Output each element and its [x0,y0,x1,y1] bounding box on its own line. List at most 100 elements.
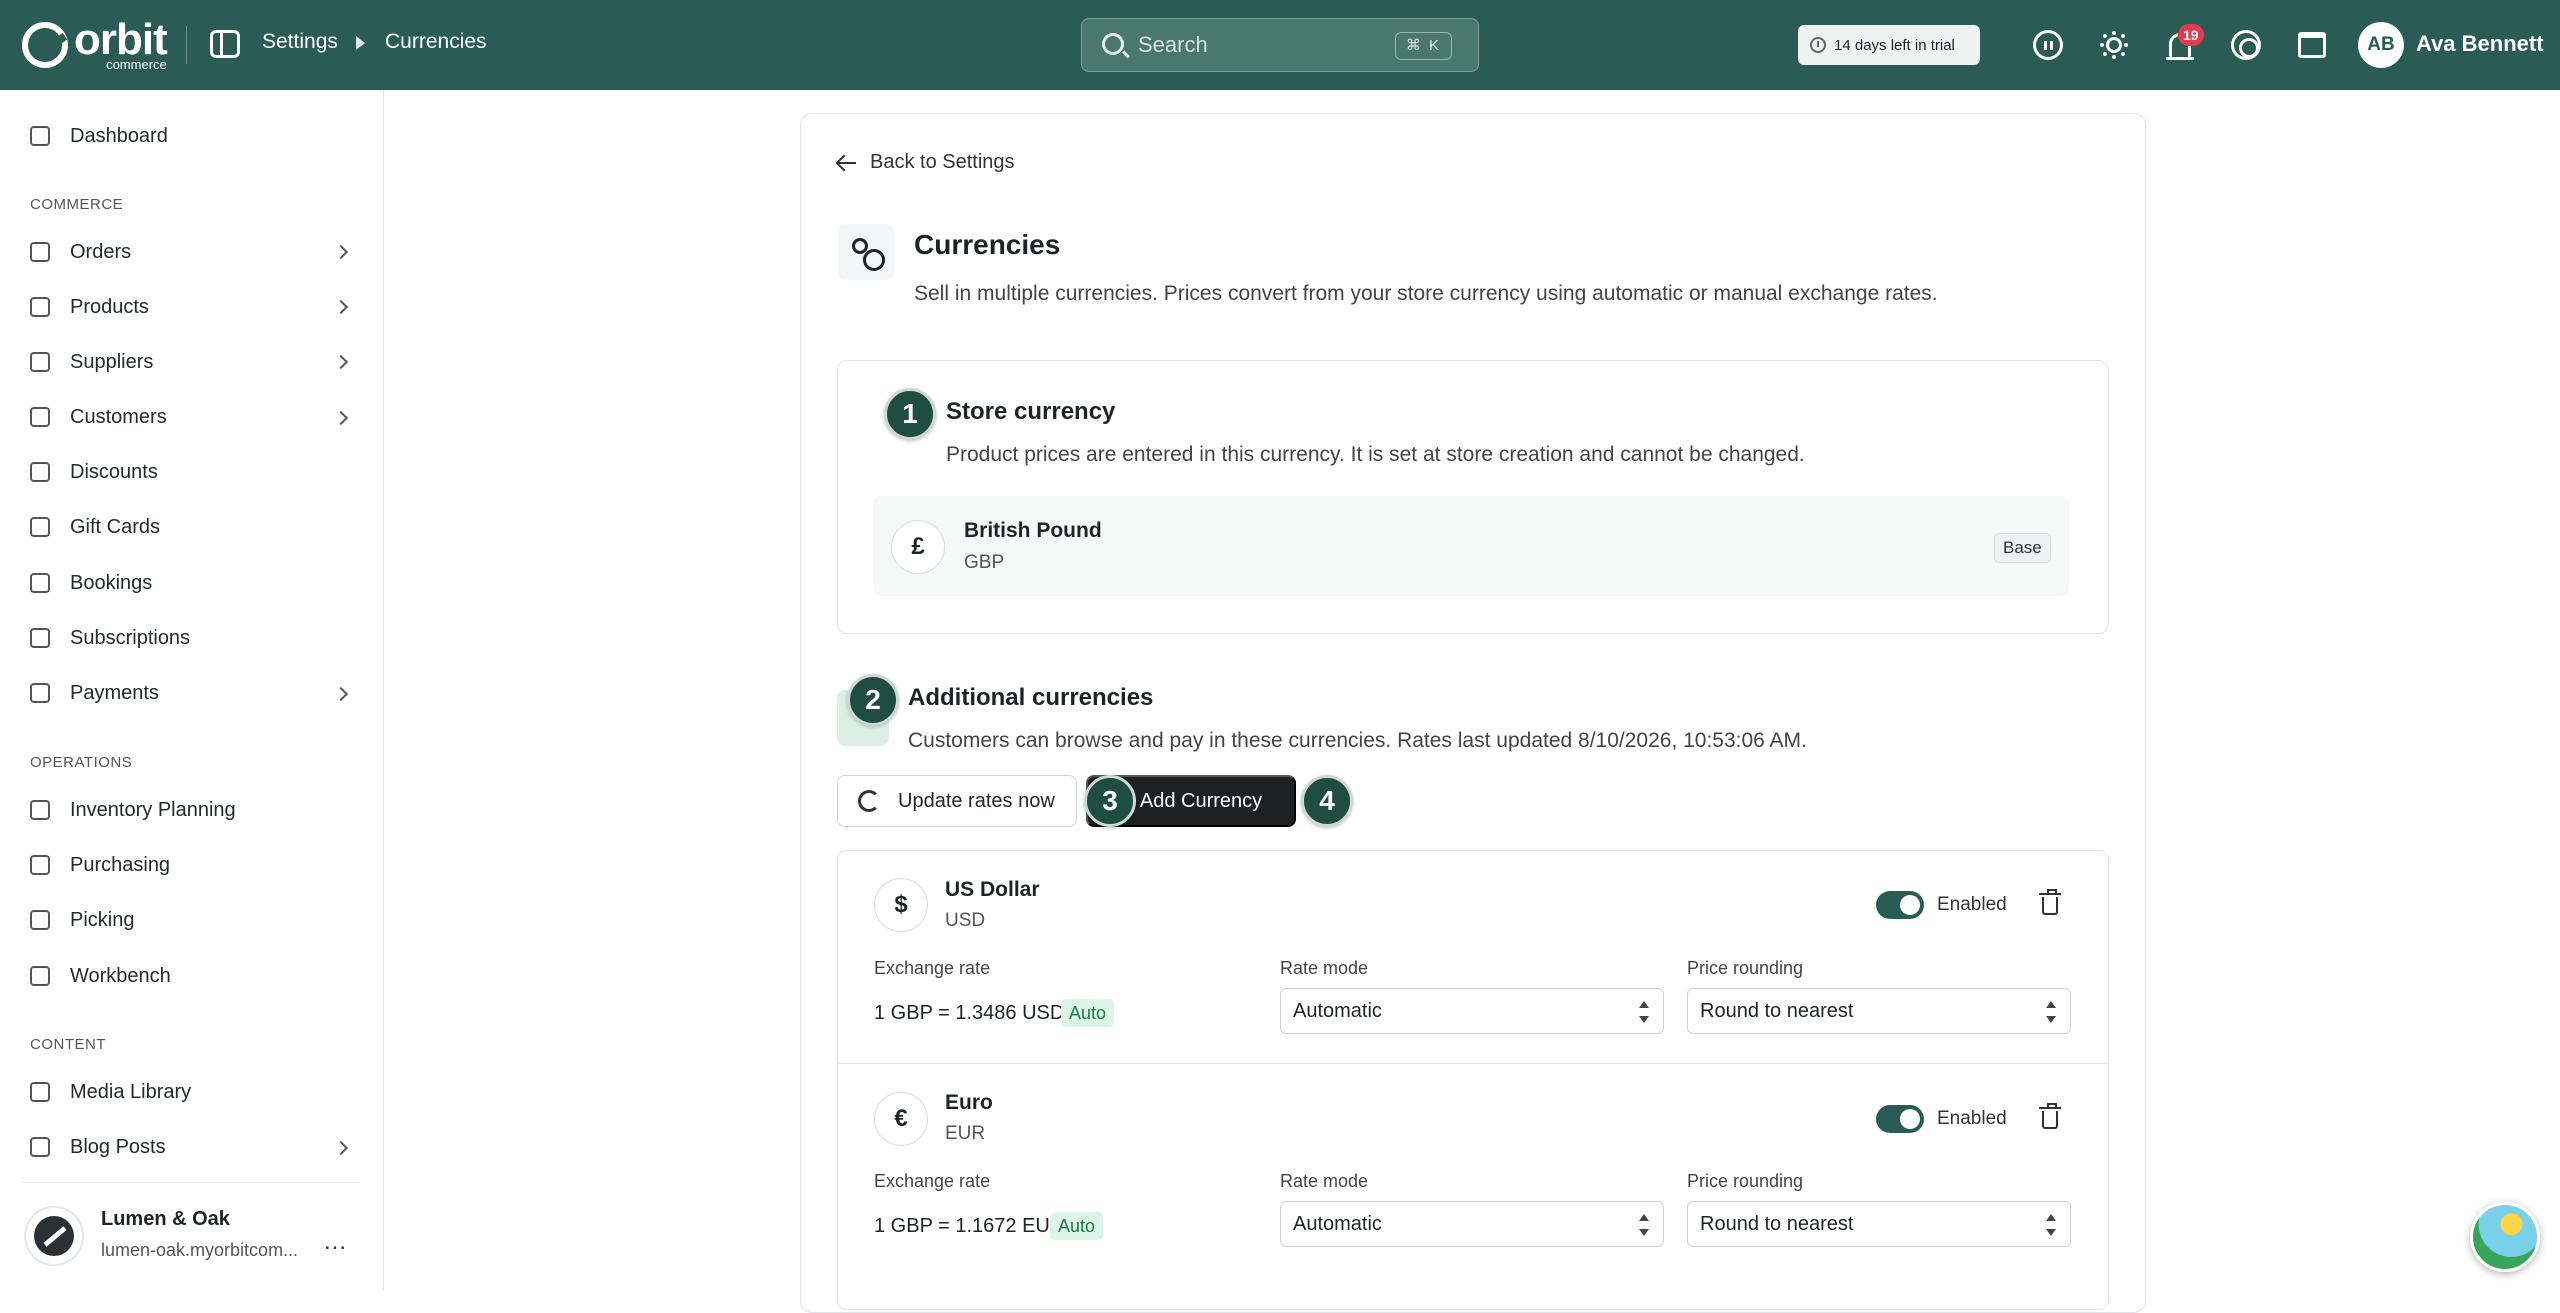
building-icon [30,352,50,372]
theme-toggle-button[interactable] [2097,28,2131,62]
sidebar-item-inventory-planning[interactable]: Inventory Planning [30,790,236,830]
breadcrumb-settings[interactable]: Settings [262,30,338,54]
search-shortcut: ⌘ K [1394,32,1452,60]
sidebar-toggle-icon[interactable] [210,30,240,58]
storefront-icon [2298,32,2326,58]
search-bar[interactable]: ⌘ K [1081,18,1479,72]
pause-button[interactable] [2031,28,2065,62]
update-rates-label: Update rates now [898,789,1055,812]
sidebar-item-customers[interactable]: Customers [30,397,167,437]
sidebar-divider [22,1182,360,1183]
enabled-toggle[interactable] [1876,1105,1924,1133]
sidebar-item-products[interactable]: Products [30,287,149,327]
base-tag: Base [1994,533,2051,563]
calendar-icon [30,573,50,593]
chevron-right-icon[interactable] [333,299,349,315]
store-avatar[interactable] [24,1206,84,1266]
sidebar-item-label: Purchasing [70,853,171,876]
help-button[interactable] [2229,28,2263,62]
search-icon [1102,33,1124,55]
gift-icon [30,517,50,537]
sidebar-section-commerce: COMMERCE [30,196,124,213]
dashboard-icon [30,126,50,146]
sidebar-item-label: Payments [70,681,159,704]
step-marker-3: 3 [1084,775,1136,827]
enabled-label: Enabled [1937,1108,2007,1129]
sidebar-item-label: Bookings [70,571,153,594]
sidebar-item-dashboard[interactable]: Dashboard [30,116,168,156]
sidebar-item-label: Discounts [70,460,158,483]
more-options-icon[interactable]: ... [324,1228,347,1256]
currency-list-divider [837,1063,2109,1064]
page-subtitle: Sell in multiple currencies. Prices conv… [914,282,1938,305]
chevron-right-icon[interactable] [333,1140,349,1156]
search-input[interactable] [1138,29,1398,61]
user-avatar[interactable]: AB [2358,22,2404,68]
sidebar-item-discounts[interactable]: Discounts [30,452,158,492]
exchange-rate-label: Exchange rate [874,1171,991,1191]
sidebar-item-blog-posts[interactable]: Blog Posts [30,1127,166,1167]
enabled-label: Enabled [1937,894,2007,915]
sidebar-item-subscriptions[interactable]: Subscriptions [30,618,190,658]
page-title: Currencies [914,229,1061,260]
store-logo-icon [34,1216,74,1256]
box-icon [30,297,50,317]
users-icon [30,407,50,427]
select-arrows-icon [1639,1214,1649,1236]
rate-mode-select[interactable]: Automatic [1280,988,1664,1034]
sidebar-item-orders[interactable]: Orders [30,232,131,272]
sidebar-item-label: Media Library [70,1080,192,1103]
step-marker-2: 2 [847,674,899,726]
auto-tag: Auto [1061,999,1115,1027]
sun-icon [2106,37,2122,53]
trash-icon[interactable] [2039,1103,2061,1129]
page-icon [838,224,894,280]
rate-mode-value: Automatic [1293,1000,1382,1022]
sidebar-item-purchasing[interactable]: Purchasing [30,845,170,885]
sidebar-item-label: Picking [70,908,135,931]
sidebar-item-suppliers[interactable]: Suppliers [30,342,153,382]
trial-badge[interactable]: 14 days left in trial [1798,25,1980,65]
chevron-right-icon[interactable] [333,244,349,260]
step-marker-1: 1 [884,388,936,440]
storefront-button[interactable] [2295,28,2329,62]
trash-icon[interactable] [2039,889,2061,915]
euro-icon: € [874,1092,928,1146]
sidebar-item-label: Suppliers [70,350,154,373]
store-currency-subtitle: Product prices are entered in this curre… [946,443,1805,466]
back-to-settings-link[interactable]: Back to Settings [838,151,1015,174]
refresh-icon [30,628,50,648]
cart-icon [30,855,50,875]
store-currency-title: Store currency [946,398,1116,425]
sidebar-item-gift-cards[interactable]: Gift Cards [30,507,160,547]
sidebar-item-bookings[interactable]: Bookings [30,563,152,603]
update-rates-button[interactable]: Update rates now [837,775,1077,827]
additional-currencies-title: Additional currencies [908,684,1154,711]
sidebar-item-payments[interactable]: Payments [30,673,159,713]
base-currency-row [873,496,2069,596]
rate-mode-select[interactable]: Automatic [1280,1201,1664,1247]
store-name: Lumen & Oak [101,1208,230,1230]
sidebar-item-workbench[interactable]: Workbench [30,956,171,996]
user-name[interactable]: Ava Bennett [2416,31,2544,57]
sidebar: Dashboard COMMERCE Orders Products Suppl… [0,90,384,1290]
price-rounding-select[interactable]: Round to nearest [1687,988,2071,1034]
store-url: lumen-oak.myorbitcom... [101,1240,299,1260]
sidebar-item-picking[interactable]: Picking [30,900,134,940]
sidebar-section-operations: OPERATIONS [30,754,133,771]
price-rounding-select[interactable]: Round to nearest [1687,1201,2071,1247]
breadcrumb-current: Currencies [385,30,487,53]
sidebar-item-media-library[interactable]: Media Library [30,1072,191,1112]
sidebar-item-label: Subscriptions [70,626,191,649]
pound-icon: £ [891,520,945,574]
chevron-right-icon[interactable] [333,410,349,426]
orbit-logo[interactable]: orbit commerce [22,18,168,71]
chevron-right-icon[interactable] [333,354,349,370]
price-rounding-value: Round to nearest [1700,1000,1854,1022]
assistant-avatar-button[interactable] [2470,1202,2540,1272]
price-rounding-label: Price rounding [1687,958,1804,978]
enabled-toggle[interactable] [1876,891,1924,919]
currency-name: US Dollar [945,878,1040,901]
chevron-right-icon[interactable] [333,686,349,702]
tag-icon [30,462,50,482]
